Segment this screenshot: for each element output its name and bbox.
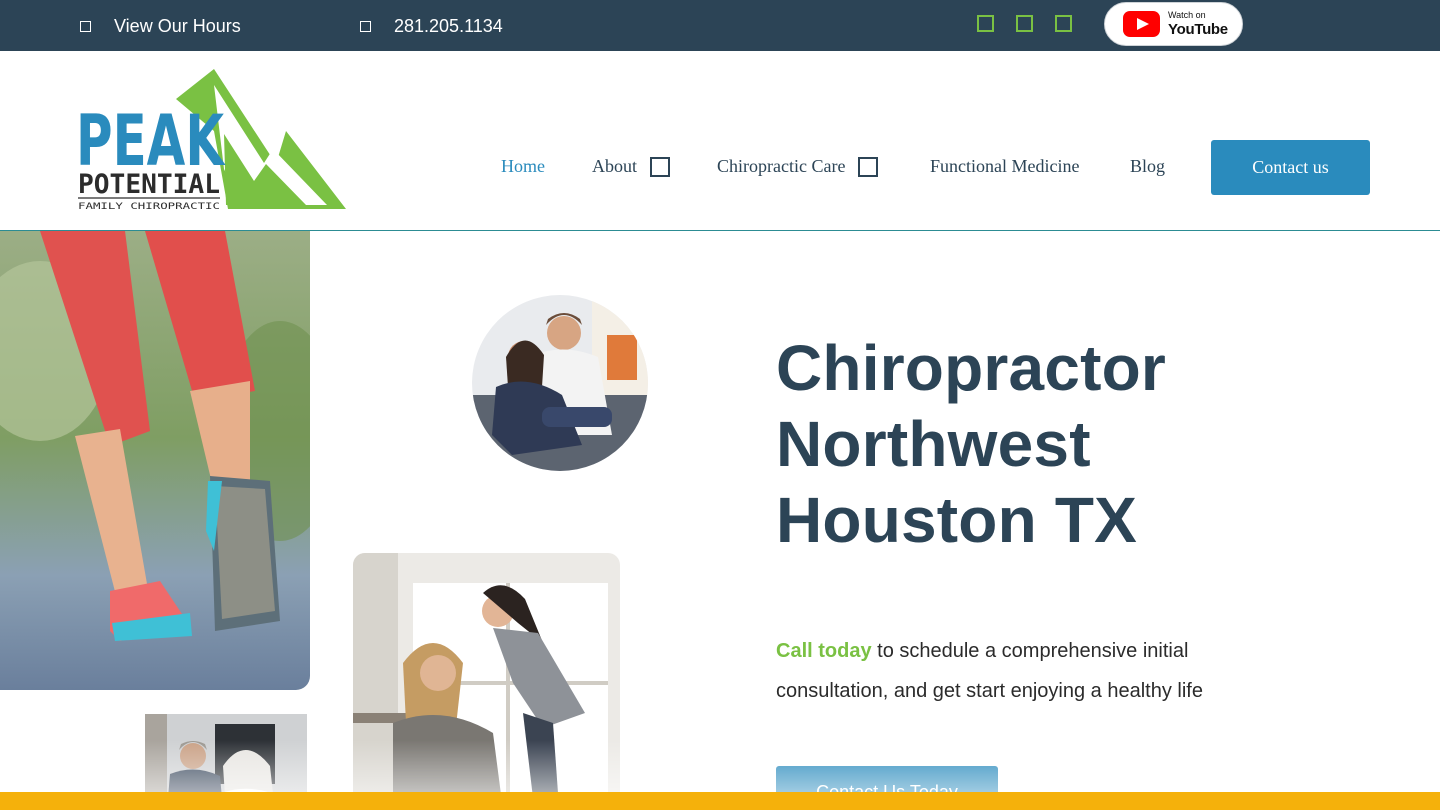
mother-daughter-photo (353, 553, 620, 810)
peak-potential-logo[interactable]: PEAK POTENTIAL FAMILY CHIROPRACTIC (76, 69, 346, 214)
hero-description: Call today to schedule a comprehensive i… (776, 631, 1226, 711)
hero-title-line-3: Houston TX (776, 484, 1138, 556)
chevron-down-icon[interactable] (858, 156, 879, 177)
nav-about[interactable]: About (592, 156, 670, 177)
logo-tagline: FAMILY CHIROPRACTIC (78, 202, 220, 212)
view-hours-link[interactable]: View Our Hours (80, 14, 241, 38)
youtube-small-label: Watch on (1168, 10, 1206, 20)
hero-title-line-2: Northwest (776, 408, 1091, 480)
nav-functional-medicine-label: Functional Medicine (930, 156, 1080, 176)
view-hours-label: View Our Hours (114, 15, 241, 36)
youtube-play-icon (1123, 11, 1160, 37)
top-bar: View Our Hours 281.205.1134 Watch on You… (0, 0, 1440, 51)
hero-title-line-1: Chiropractor (776, 332, 1166, 404)
nav-chiropractic-care-label: Chiropractic Care (717, 156, 846, 176)
nav-home[interactable]: Home (501, 156, 545, 177)
phone-link[interactable]: 281.205.1134 (360, 14, 503, 38)
nav-functional-medicine[interactable]: Functional Medicine (930, 156, 1079, 177)
instagram-icon[interactable] (1016, 15, 1033, 32)
watch-on-youtube-button[interactable]: Watch on YouTube (1104, 2, 1243, 46)
chevron-down-icon[interactable] (650, 156, 670, 177)
nav-home-label: Home (501, 156, 545, 176)
twitter-icon[interactable] (1055, 15, 1072, 32)
nav-about-label: About (592, 156, 637, 176)
site-header: PEAK POTENTIAL FAMILY CHIROPRACTIC Home … (0, 51, 1440, 231)
facebook-icon[interactable] (977, 15, 994, 32)
clock-icon (80, 20, 91, 32)
nav-chiropractic-care[interactable]: Chiropractic Care (717, 156, 879, 177)
nav-blog-label: Blog (1130, 156, 1166, 176)
contact-us-button[interactable]: Contact us (1211, 140, 1370, 195)
runner-photo (0, 231, 310, 690)
logo-word-potential: POTENTIAL (78, 169, 220, 200)
bottom-accent-bar (0, 792, 1440, 810)
phone-icon (360, 20, 371, 32)
hero-title: Chiropractor Northwest Houston TX (776, 330, 1336, 558)
couple-photo (472, 295, 648, 471)
phone-number: 281.205.1134 (394, 15, 503, 36)
youtube-label: YouTube (1168, 21, 1228, 38)
nav-blog[interactable]: Blog (1130, 156, 1165, 177)
call-today-highlight: Call today (776, 640, 872, 662)
